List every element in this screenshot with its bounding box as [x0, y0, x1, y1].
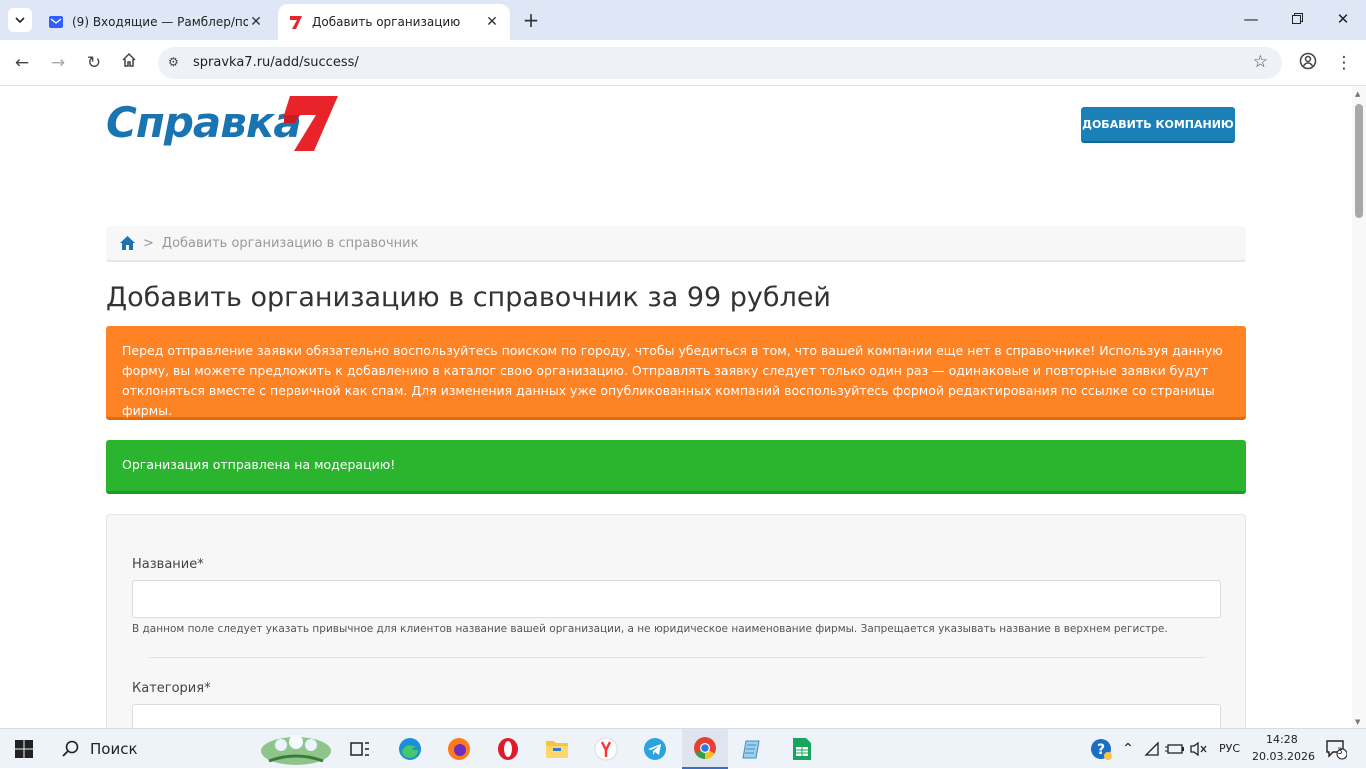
- name-input[interactable]: [132, 580, 1221, 618]
- speaker-muted-icon[interactable]: [1184, 735, 1212, 763]
- form-divider: [149, 657, 1205, 658]
- address-bar[interactable]: ⚙ spravka7.ru/add/success/ ☆: [158, 47, 1282, 79]
- spreadsheet-icon[interactable]: [788, 735, 816, 763]
- tab-add-organization[interactable]: Добавить организацию ✕: [278, 4, 510, 40]
- new-tab-plus-icon[interactable]: +: [520, 9, 542, 31]
- page-title: Добавить организацию в справочник за 99 …: [106, 282, 831, 313]
- category-input[interactable]: [132, 704, 1221, 728]
- chevron-down-icon: [15, 17, 25, 23]
- breadcrumb-separator: >: [143, 235, 154, 251]
- warning-alert: Перед отправление заявки обязательно вос…: [106, 326, 1246, 420]
- home-icon[interactable]: [118, 52, 140, 74]
- language-indicator[interactable]: РУС: [1219, 742, 1240, 755]
- yandex-browser-icon[interactable]: [592, 735, 620, 763]
- site-settings-icon[interactable]: ⚙: [168, 55, 179, 69]
- tab-search-button[interactable]: [8, 8, 32, 32]
- logo-text: Справка: [106, 98, 302, 147]
- windows-taskbar: Поиск ? ⌃ РУС 14:28 20.03.2026 3: [0, 728, 1366, 769]
- breadcrumb: > Добавить организацию в справочник: [106, 226, 1246, 262]
- tab-title: (9) Входящие — Рамблер/почта: [72, 15, 248, 29]
- category-label: Категория*: [132, 681, 211, 696]
- web-page: Справка ДОБАВИТЬ КОМПАНИЮ > Добавить орг…: [0, 86, 1352, 728]
- scroll-up-icon[interactable]: ▲: [1355, 90, 1360, 98]
- add-company-button[interactable]: ДОБАВИТЬ КОМПАНИЮ: [1081, 107, 1235, 143]
- name-help-text: В данном поле следует указать привычное …: [132, 623, 1168, 635]
- help-icon[interactable]: ?: [1087, 735, 1115, 763]
- restore-window-icon[interactable]: [1287, 10, 1307, 28]
- telegram-icon[interactable]: [641, 735, 669, 763]
- tab-rambler-mail[interactable]: (9) Входящие — Рамблер/почта ✕: [38, 4, 274, 40]
- spravka-favicon-icon: [288, 14, 304, 30]
- bookmark-star-icon[interactable]: ☆: [1253, 52, 1268, 72]
- browser-toolbar: ← → ↻ ⚙ spravka7.ru/add/success/ ☆ ⋮: [0, 40, 1366, 86]
- home-icon[interactable]: [120, 236, 135, 250]
- reload-icon[interactable]: ↻: [83, 52, 105, 74]
- forward-arrow-icon[interactable]: →: [47, 52, 69, 74]
- file-explorer-icon[interactable]: [543, 735, 571, 763]
- notification-count: 3: [1337, 747, 1343, 757]
- profile-icon[interactable]: [1297, 52, 1319, 74]
- url-text[interactable]: spravka7.ru/add/success/: [193, 55, 359, 70]
- clock-time[interactable]: 14:28: [1266, 733, 1298, 746]
- minimize-window-icon[interactable]: —: [1241, 10, 1261, 28]
- page-scrollbar[interactable]: ▲ ▼: [1352, 86, 1366, 728]
- browser-tab-bar: (9) Входящие — Рамблер/почта ✕ Добавить …: [0, 0, 1366, 40]
- search-highlight-image[interactable]: [258, 735, 334, 765]
- svg-text:?: ?: [1097, 742, 1105, 758]
- breadcrumb-current: Добавить организацию в справочник: [161, 235, 419, 251]
- search-icon: [62, 740, 79, 757]
- logo-seven-icon: [284, 96, 338, 151]
- back-arrow-icon[interactable]: ←: [11, 52, 33, 74]
- show-hidden-icons-chevron-icon[interactable]: ⌃: [1114, 735, 1142, 763]
- scroll-down-icon[interactable]: ▼: [1355, 718, 1360, 726]
- spravka7-logo[interactable]: Справка: [106, 94, 338, 154]
- notifications-icon[interactable]: 3: [1322, 735, 1350, 763]
- close-window-icon[interactable]: ✕: [1333, 10, 1353, 28]
- windows-start-icon[interactable]: [10, 735, 38, 763]
- tab-title: Добавить организацию: [312, 15, 461, 29]
- opera-icon[interactable]: [494, 735, 522, 763]
- firefox-icon[interactable]: [445, 735, 473, 763]
- name-label: Название*: [132, 557, 204, 572]
- close-tab-icon[interactable]: ✕: [484, 14, 500, 30]
- task-view-icon[interactable]: [346, 735, 374, 763]
- success-alert: Организация отправлена на модерацию!: [106, 440, 1246, 494]
- chrome-icon[interactable]: [682, 729, 728, 769]
- search-label: Поиск: [90, 740, 138, 758]
- notepad-icon[interactable]: [739, 735, 767, 763]
- scrollbar-thumb[interactable]: [1355, 104, 1363, 218]
- edge-icon[interactable]: [396, 735, 424, 763]
- clock-date[interactable]: 20.03.2026: [1252, 750, 1315, 763]
- mail-icon: [48, 14, 64, 30]
- add-organization-form: Название* В данном поле следует указать …: [106, 514, 1246, 728]
- close-tab-icon[interactable]: ✕: [248, 14, 264, 30]
- more-menu-icon[interactable]: ⋮: [1333, 52, 1355, 74]
